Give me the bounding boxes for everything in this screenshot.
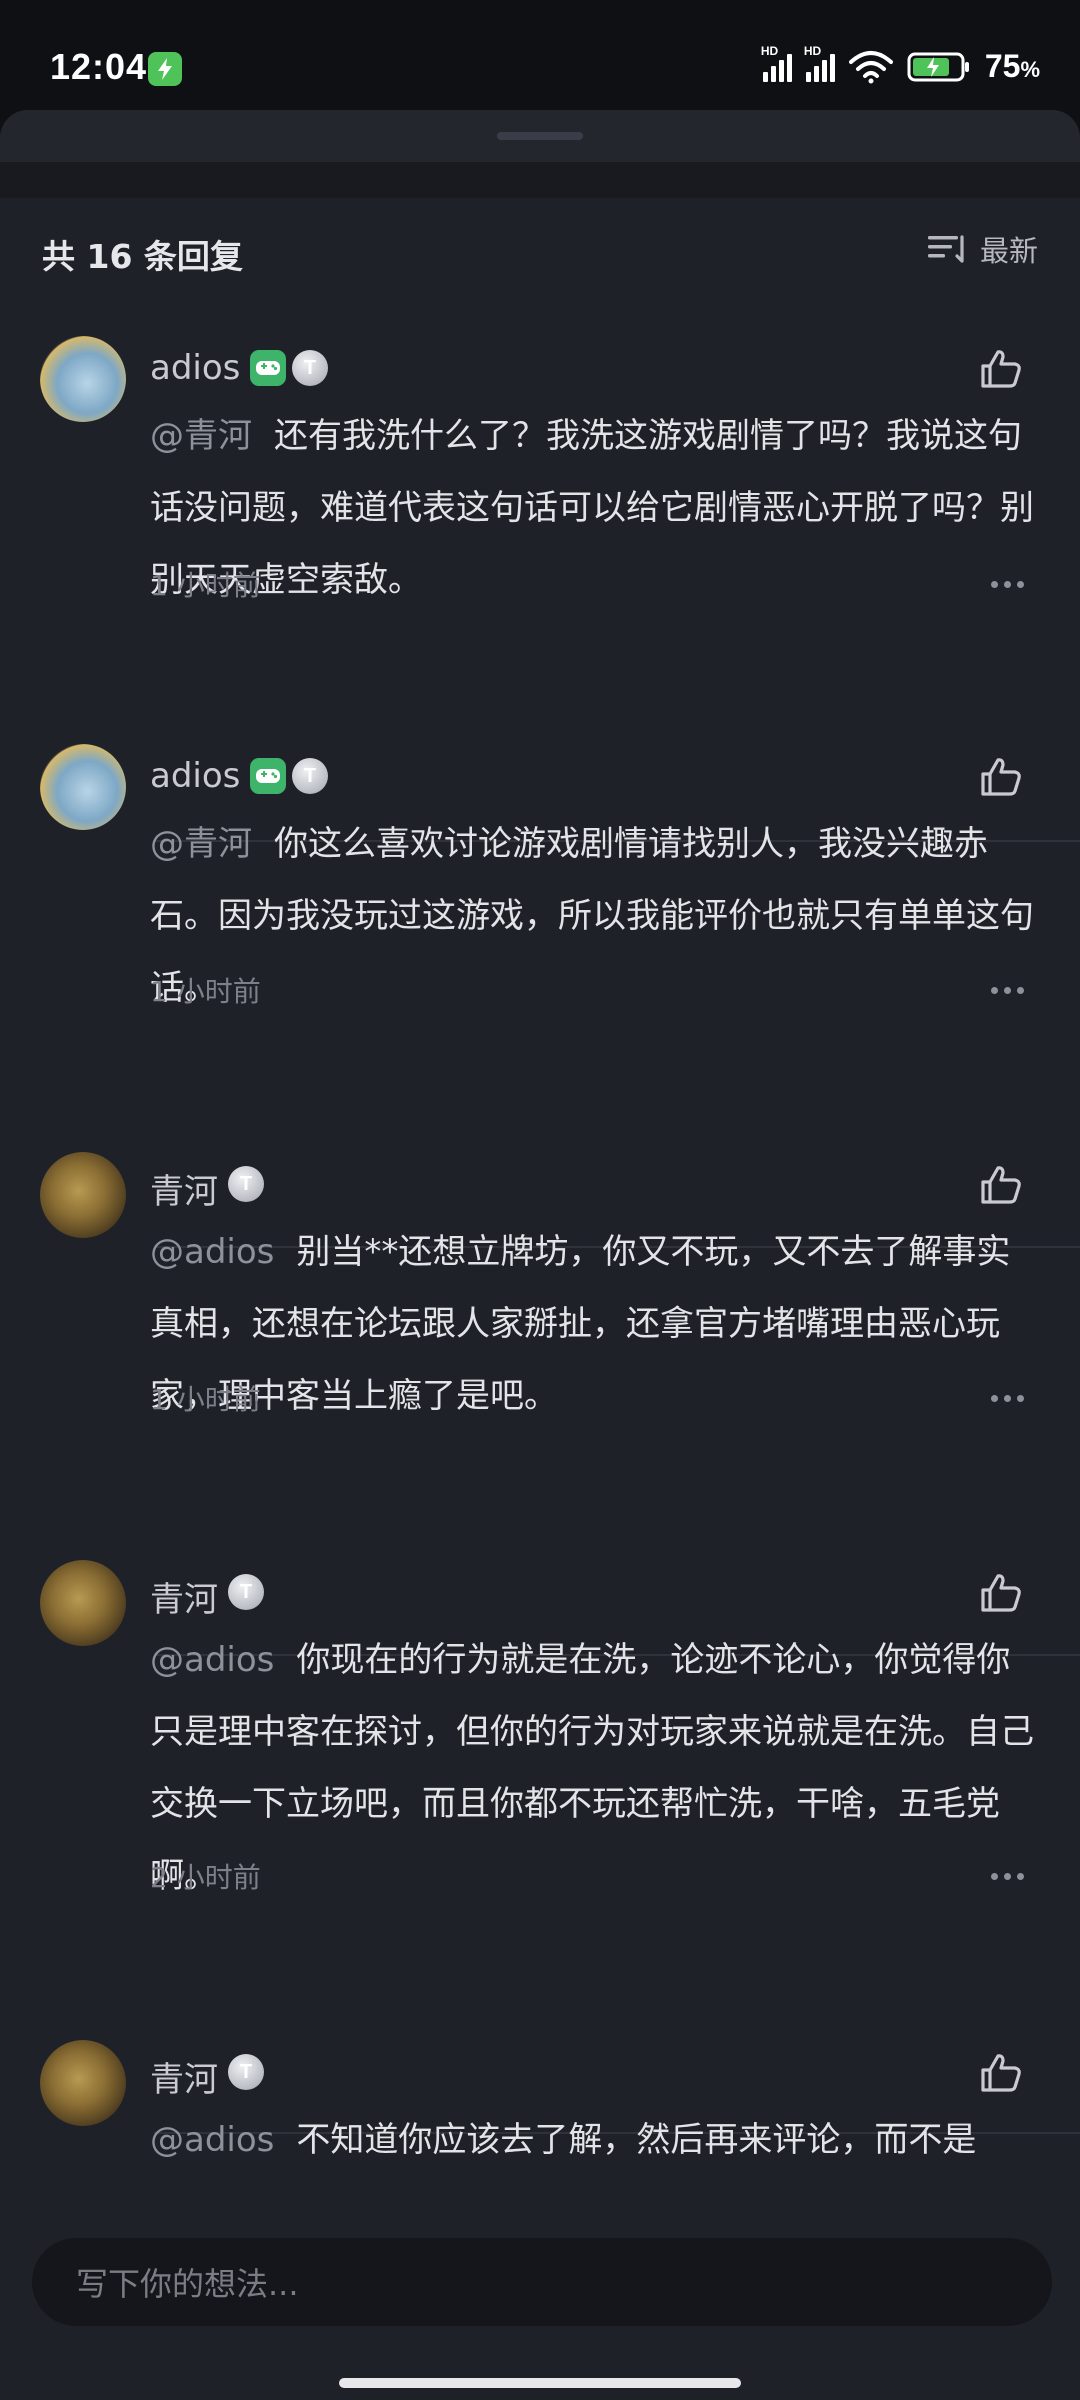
more-options-icon[interactable]: [991, 987, 1024, 994]
gamepad-badge-icon: [250, 350, 286, 386]
comment-text: @adios 不知道你应该去了解，然后再来评论，而不是: [150, 2120, 977, 2160]
user-badges: T: [228, 1574, 264, 1610]
comment-text: @青河 还有我洗什么了？我洗这游戏剧情了吗？我说这句话没问题，难道代表这句话可以给…: [150, 416, 1034, 600]
more-options-icon[interactable]: [991, 1395, 1024, 1402]
replies-header: 共 16 条回复 最新: [0, 198, 1080, 298]
level-badge-icon: T: [228, 2054, 264, 2090]
comment-time: 1 小时前: [150, 975, 261, 1008]
comment-text: @adios 别当**还想立牌坊，你又不玩，又不去了解事实真相，还想在论坛跟人家掰…: [150, 1232, 1011, 1416]
comment-time: 2 小时前: [150, 1861, 261, 1894]
username[interactable]: adios: [150, 348, 240, 388]
mention-link[interactable]: @青河: [150, 416, 252, 456]
comment-item: 青河 T @adios 不知道你应该去了解，然后再来评论，而不是: [0, 2040, 1080, 2210]
network-label: HD: [760, 43, 779, 58]
avatar[interactable]: [40, 2040, 126, 2126]
sort-icon: [927, 235, 964, 263]
like-icon[interactable]: [978, 1162, 1024, 1208]
comment-input-bar: 写下你的想法...: [0, 2210, 1080, 2400]
signal-icon-2: HD: [804, 44, 835, 82]
more-options-icon[interactable]: [991, 1873, 1024, 1880]
gamepad-badge-icon: [250, 758, 286, 794]
status-time: 12:04: [50, 46, 148, 87]
status-bar: 12:04 HD HD 75%: [0, 0, 1080, 110]
user-badges: T: [250, 350, 328, 386]
sheet-header-bar: [0, 110, 1080, 162]
comment-text: @adios 你现在的行为就是在洗，论迹不论心，你觉得你只是理中客在探讨，但你的行…: [150, 1640, 1034, 1896]
comment-time: 1 小时前: [150, 569, 261, 602]
drag-handle[interactable]: [497, 132, 583, 140]
more-options-icon[interactable]: [991, 581, 1024, 588]
like-icon[interactable]: [978, 2050, 1024, 2096]
username[interactable]: 青河: [150, 1164, 218, 1213]
level-badge-icon: T: [228, 1166, 264, 1202]
username[interactable]: 青河: [150, 1572, 218, 1621]
like-icon[interactable]: [978, 1570, 1024, 1616]
battery-percent: 75%: [984, 48, 1040, 84]
wifi-icon: [848, 50, 893, 83]
mention-link[interactable]: @adios: [150, 2120, 274, 2160]
reply-count-title: 共 16 条回复: [42, 237, 243, 276]
level-badge-icon: T: [228, 1574, 264, 1610]
level-badge-icon: T: [292, 350, 328, 386]
username[interactable]: adios: [150, 756, 240, 796]
signal-icon: HD: [761, 44, 792, 82]
avatar[interactable]: [40, 336, 126, 422]
mention-link[interactable]: @adios: [150, 1232, 274, 1272]
comment-text: @青河 你这么喜欢讨论游戏剧情请找别人，我没兴趣赤石。因为我没玩过这游戏，所以我能…: [150, 824, 1034, 1008]
status-indicators: HD HD 75%: [761, 44, 1040, 85]
sort-label: 最新: [979, 234, 1038, 268]
user-badges: T: [228, 1166, 264, 1202]
network-label-2: HD: [803, 43, 822, 58]
user-badges: T: [250, 758, 328, 794]
replies-sheet: 共 16 条回复 最新 adios T @青河 还有我洗什么了？我洗这游戏剧情了吗…: [0, 110, 1080, 2400]
avatar[interactable]: [40, 1152, 126, 1238]
comment-input[interactable]: 写下你的想法...: [32, 2238, 1052, 2326]
battery-icon: [907, 52, 969, 81]
like-icon[interactable]: [978, 754, 1024, 800]
user-badges: T: [228, 2054, 264, 2090]
username[interactable]: 青河: [150, 2052, 218, 2101]
sheet-divider-band: [0, 162, 1080, 198]
sort-button[interactable]: 最新: [927, 228, 1038, 270]
comment-time: 1 小时前: [150, 1383, 261, 1416]
avatar[interactable]: [40, 744, 126, 830]
home-indicator[interactable]: [339, 2378, 741, 2388]
avatar[interactable]: [40, 1560, 126, 1646]
mention-link[interactable]: @青河: [150, 824, 252, 864]
mention-link[interactable]: @adios: [150, 1640, 274, 1680]
level-badge-icon: T: [292, 758, 328, 794]
like-icon[interactable]: [978, 346, 1024, 392]
charging-icon: [148, 52, 182, 86]
